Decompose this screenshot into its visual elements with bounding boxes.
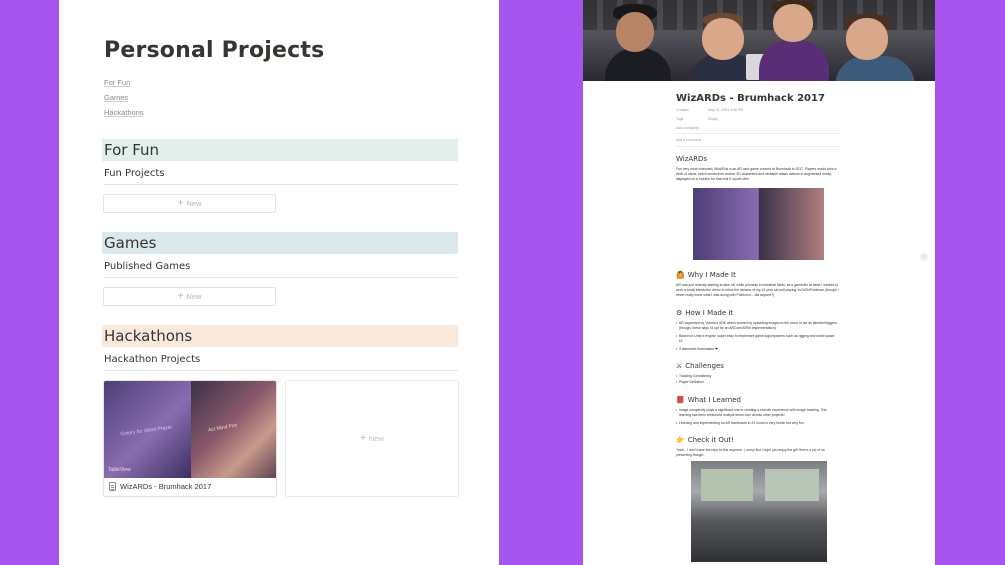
heading-text: Challenges (685, 362, 724, 370)
plus-icon: + (177, 291, 184, 302)
page-title: WizARDs - Brumhack 2017 (676, 93, 825, 104)
card-image-logo: TableView (108, 467, 131, 473)
property-tags[interactable]: Tags Empty (676, 117, 718, 121)
new-label: New (368, 434, 384, 443)
list-item: Based on Unity's engine, super easy to i… (676, 334, 839, 344)
heading-text: What I Learned (687, 396, 741, 404)
property-created[interactable]: Created May 22, 2021 4:48 PM (676, 108, 743, 112)
new-label: New (186, 199, 202, 208)
toc-link-for-fun[interactable]: For Fun (104, 78, 144, 93)
card-title: WizARDs - Brumhack 2017 (120, 482, 212, 491)
content-image-cards (693, 188, 824, 260)
subheading-fun-projects: Fun Projects (104, 168, 458, 185)
heading-text: Check it Out! (687, 436, 734, 444)
heading-why-i-made-it: 🙆 Why I Made It (676, 271, 736, 279)
new-fun-project-button[interactable]: + New (103, 194, 276, 213)
heading-text: WizARDs (676, 155, 708, 163)
section-heading-for-fun: For Fun (102, 139, 458, 161)
crossed-swords-icon: ⚔ (676, 362, 683, 370)
cover-photo (583, 0, 935, 81)
gear-icon: ⚙ (676, 309, 683, 317)
list-item: Player Definition (676, 380, 839, 385)
heading-how-i-made-it: ⚙ How I Made It (676, 309, 733, 317)
table-of-contents: For Fun Games Hackathons (104, 78, 144, 123)
property-value: Empty (708, 117, 718, 121)
list-item: Tracking Consistency (676, 374, 839, 379)
page-right-panel: WizARDs - Brumhack 2017 Created May 22, … (583, 0, 935, 565)
page-icon (109, 482, 116, 491)
section-heading-games: Games (102, 232, 458, 254)
list-item: Image complexity plays a significant rol… (676, 408, 839, 418)
toc-link-games[interactable]: Games (104, 93, 144, 108)
add-property-label: Add a property (676, 126, 699, 130)
plus-icon: + (360, 433, 366, 444)
gallery-card-wizards[interactable]: Victory for Silent Prayer Act Mind Fire … (103, 380, 277, 497)
section-heading-hackathons: Hackathons (102, 325, 458, 347)
toc-link-hackathons[interactable]: Hackathons (104, 108, 144, 123)
card-footer: WizARDs - Brumhack 2017 (109, 482, 211, 491)
check-paragraph: Yeah... I don't have the repo to this an… (676, 448, 825, 457)
property-key: Created (676, 108, 689, 112)
add-comment-input[interactable]: Add a comment... (676, 138, 703, 142)
intro-paragraph: Fun very much intended, WizARds is an AR… (676, 167, 837, 181)
heading-check-it-out: 👉 Check it Out! (676, 436, 734, 444)
property-value: May 22, 2021 4:48 PM (708, 108, 744, 112)
heading-text: How I Made It (685, 309, 734, 317)
why-paragraph: AR was just recently starting to take of… (676, 283, 839, 297)
heading-what-i-learned: 📕 What I Learned (676, 396, 741, 404)
new-hackathon-card-button[interactable]: + New (285, 380, 459, 497)
heading-wizards: WizARDs (676, 155, 707, 163)
new-label: New (186, 292, 202, 301)
plus-icon: + (177, 198, 184, 209)
content-image-presentation (691, 461, 827, 562)
heading-text: Why I Made It (687, 271, 736, 279)
pointing-hand-icon: 👉 (676, 436, 685, 444)
new-game-button[interactable]: + New (103, 287, 276, 306)
page-left-panel: Personal Projects For Fun Games Hackatho… (59, 0, 499, 565)
page-title: Personal Projects (104, 38, 325, 63)
subheading-published-games: Published Games (104, 261, 458, 278)
list-item: AR supported by Vuforia's SDK which work… (676, 321, 839, 331)
person-gesture-icon: 🙆 (676, 271, 685, 279)
list-item: 3 awesome teammates ❤ (676, 347, 839, 352)
add-property-button[interactable]: Add a property (676, 126, 699, 130)
heading-challenges: ⚔ Challenges (676, 362, 724, 370)
list-item: Learning and implementing an AR framewor… (676, 421, 839, 426)
subheading-hackathon-projects: Hackathon Projects (104, 354, 458, 371)
book-icon: 📕 (676, 396, 685, 404)
property-key: Tags (676, 117, 684, 121)
chevron-right-icon[interactable]: › (920, 253, 928, 261)
card-cover-image: Victory for Silent Prayer Act Mind Fire … (104, 381, 276, 478)
add-comment-label: Add a comment... (676, 138, 704, 142)
